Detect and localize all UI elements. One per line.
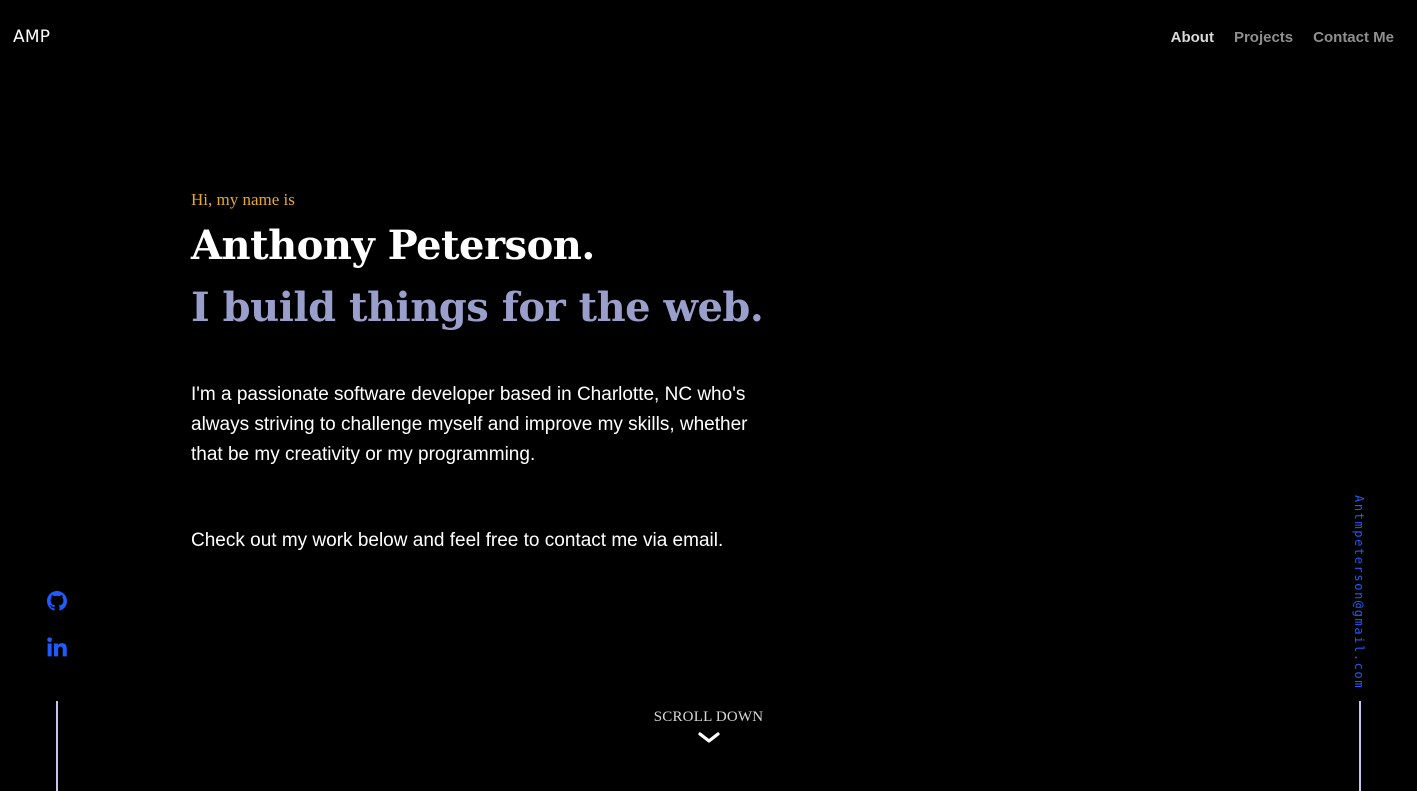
hero-name: Anthony Peterson. [191,222,595,269]
nav-about[interactable]: About [1171,29,1214,46]
hero-tagline: I build things for the web. [191,284,764,331]
email-link[interactable]: Antmpeterson@gmail.com [1352,495,1366,689]
logo[interactable]: AMP [13,27,50,47]
greeting-text: Hi, my name is [191,190,295,209]
chevron-down-icon [697,732,720,743]
scroll-down-button[interactable]: SCROLL DOWN [0,709,1417,744]
linkedin-link[interactable] [47,637,67,657]
nav-contact-me[interactable]: Contact Me [1313,29,1394,46]
github-link[interactable] [47,591,67,611]
scroll-down-label: SCROLL DOWN [653,709,764,725]
hero-cta: Check out my work below and feel free to… [191,530,724,551]
github-icon [47,591,67,611]
hero-bio: I'm a passionate software developer base… [191,384,748,465]
social-links [47,591,67,657]
main-nav: About Projects Contact Me [1171,29,1394,46]
linkedin-icon [47,637,67,657]
hero-section: Hi, my name is Anthony Peterson. I build… [191,190,791,556]
nav-projects[interactable]: Projects [1234,29,1293,46]
